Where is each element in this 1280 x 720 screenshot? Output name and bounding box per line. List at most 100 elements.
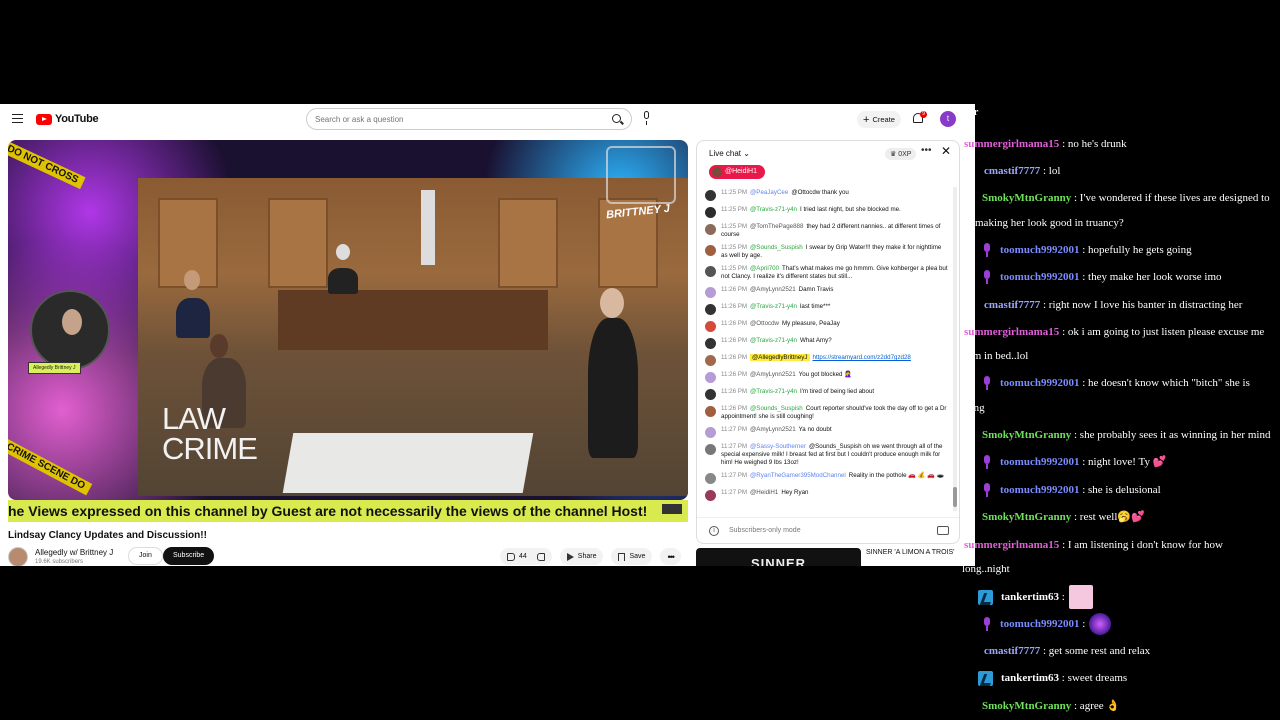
chat-username[interactable]: @Sassy-Southerner (750, 443, 806, 450)
chat-username[interactable]: @AmyLynn2521 (750, 426, 796, 433)
chat-scrollbar[interactable] (953, 187, 957, 511)
chat-more-icon[interactable]: ••• (921, 145, 932, 156)
overlay-message-text: i am in bed..lol (962, 350, 1029, 362)
chat-message[interactable]: 11:26 PM @AllegedlyBrittneyJ https://strea… (705, 354, 949, 366)
chat-timestamp: 11:25 PM (721, 189, 748, 196)
create-button[interactable]: + Create (857, 111, 901, 128)
overlay-chat-line: i am in bed..lol (960, 344, 1280, 368)
recommended-video-title[interactable]: SINNER 'A LIMON A TROIS' (866, 549, 955, 556)
account-avatar[interactable]: t (940, 111, 956, 127)
chat-user-avatar[interactable] (705, 304, 716, 315)
subscribe-button[interactable]: Subscribe (163, 547, 215, 565)
search-icon[interactable] (612, 114, 621, 123)
overlay-message-text: : sweet dreams (1059, 672, 1128, 684)
chat-message[interactable]: 11:26 PM @Ottocdw My pleasure, PeaJay (705, 320, 949, 332)
chat-username[interactable]: @Travis-z71-y4n (750, 303, 797, 310)
chat-message[interactable]: 11:26 PM @Travis-z71-y4n I'm tired of bein… (705, 388, 949, 400)
chat-user-avatar[interactable] (705, 224, 716, 235)
chat-user-avatar[interactable] (705, 287, 716, 298)
share-icon (566, 552, 574, 561)
overlay-message-text: : I've wondered if these lives are desig… (1071, 192, 1270, 204)
chat-username[interactable]: @Sounds_Suspish (750, 405, 803, 412)
save-icon (618, 552, 626, 561)
info-icon[interactable]: i (709, 526, 719, 536)
chat-username[interactable]: @April700 (750, 265, 779, 272)
chat-username[interactable]: @Travis-z71-y4n (750, 388, 797, 395)
channel-name[interactable]: Allegedly w/ Brittney J (35, 548, 113, 557)
chat-message[interactable]: 11:26 PM @Travis-z71-y4n What Amy? (705, 337, 949, 349)
chat-user-avatar[interactable] (705, 372, 716, 383)
more-actions-icon[interactable]: ••• (660, 548, 681, 565)
chat-message-list[interactable]: 11:25 PM @PeaJayCee @Ottocdw thank you 11:2… (705, 189, 949, 514)
chat-message[interactable]: 11:25 PM @April700 That's what makes me go… (705, 265, 949, 281)
share-button[interactable]: Share (559, 548, 604, 565)
chat-message[interactable]: 11:26 PM @AmyLynn2521 You got blocked 🤦‍♀️ (705, 371, 949, 383)
chat-message[interactable]: 11:26 PM @Travis-z71-y4n last time*** (705, 303, 949, 315)
chat-username[interactable]: @RyanTheGamer395ModChannel (750, 472, 846, 479)
live-chat-menu[interactable]: Live chat ⌄ (709, 149, 750, 158)
chat-message[interactable]: 11:26 PM @AmyLynn2521 Damn Travis (705, 286, 949, 298)
chat-link[interactable]: https://streamyard.com/z2dd7gzd28 (813, 354, 911, 361)
chat-user-avatar[interactable] (705, 444, 716, 455)
video-player[interactable]: BRITTNEY J DO NOT CROSS CRIME SCENE DO A… (8, 140, 688, 500)
chat-message[interactable]: 11:26 PM @Sounds_Suspish Court reporter sh… (705, 405, 949, 421)
chat-user-avatar[interactable] (705, 490, 716, 501)
chat-message[interactable]: 11:27 PM @HeidiH1 Hey Ryan (705, 489, 949, 501)
chat-message[interactable]: 11:27 PM @RyanTheGamer395ModChannel Realit… (705, 472, 949, 484)
super-chat-icon[interactable] (937, 526, 949, 535)
search-input[interactable] (315, 114, 595, 124)
chat-message[interactable]: 11:27 PM @Sassy-Southerner @Sounds_Suspish… (705, 443, 949, 467)
chat-message[interactable]: 11:25 PM @Sounds_Suspish I swear by Grip W… (705, 244, 949, 260)
channel-avatar[interactable] (8, 547, 28, 566)
chat-username[interactable]: @AllegedlyBrittneyJ (750, 354, 810, 361)
chat-timestamp: 11:26 PM (721, 388, 748, 395)
chat-user-avatar[interactable] (705, 321, 716, 332)
microphone-icon (982, 617, 992, 632)
chat-username[interactable]: @AmyLynn2521 (750, 286, 796, 293)
chat-message[interactable]: 11:27 PM @AmyLynn2521 Ya no doubt (705, 426, 949, 438)
chat-user-avatar[interactable] (705, 338, 716, 349)
xp-badge[interactable]: ♛ 0XP (885, 148, 917, 160)
chat-user-avatar[interactable] (705, 266, 716, 277)
overlay-username: toomuch9992001 (1000, 484, 1080, 496)
chat-user-avatar[interactable] (705, 427, 716, 438)
youtube-logo[interactable]: YouTube (36, 113, 99, 125)
menu-icon[interactable] (12, 114, 23, 123)
like-button[interactable]: 44 (500, 548, 552, 565)
overlay-message-text: : I am listening i don't know for how (1059, 539, 1223, 551)
chat-user-avatar[interactable] (705, 207, 716, 218)
chat-text: last time*** (800, 303, 831, 310)
chat-username[interactable]: @TomThePage888 (750, 223, 803, 230)
chat-user-avatar[interactable] (705, 355, 716, 366)
chat-user-avatar[interactable] (705, 389, 716, 400)
chat-username[interactable]: @Sounds_Suspish (750, 244, 803, 251)
overlay-message-text: : she is delusional (1079, 484, 1161, 496)
top-bar: YouTube +Create 9 t (0, 104, 975, 134)
chat-user-avatar[interactable] (705, 190, 716, 201)
chat-username[interactable]: @HeidiH1 (750, 489, 778, 496)
chat-username[interactable]: @PeaJayCee (750, 189, 788, 196)
chat-username[interactable]: @AmyLynn2521 (750, 371, 796, 378)
chat-username[interactable]: @Travis-z71-y4n (750, 337, 797, 344)
chat-username[interactable]: @Travis-z71-y4n (750, 206, 797, 213)
chat-user-avatar[interactable] (705, 245, 716, 256)
join-button[interactable]: Join (128, 547, 163, 565)
chat-timestamp: 11:26 PM (721, 303, 748, 310)
chat-user-avatar[interactable] (705, 473, 716, 484)
chat-message[interactable]: 11:25 PM @PeaJayCee @Ottocdw thank you (705, 189, 949, 201)
pinned-user-chip[interactable]: @HeidiH1 (709, 165, 766, 179)
chat-username[interactable]: @Ottocdw (750, 320, 779, 327)
recommended-video-thumbnail[interactable]: SINNER (696, 548, 861, 566)
close-icon[interactable]: ✕ (941, 144, 951, 158)
chat-message[interactable]: 11:25 PM @Travis-z71-y4n I tried last nigh… (705, 206, 949, 218)
guest-camera (30, 290, 110, 370)
overlay-chat-line: making her look good in truancy? (960, 211, 1280, 235)
youtube-logo-text: YouTube (55, 113, 99, 125)
thumbs-down-icon[interactable] (536, 552, 545, 561)
chat-user-avatar[interactable] (705, 406, 716, 417)
overlay-username: toomuch9992001 (1000, 377, 1080, 389)
save-button[interactable]: Save (611, 548, 653, 565)
search-box[interactable] (306, 108, 632, 130)
chat-message[interactable]: 11:25 PM @TomThePage888 they had 2 differe… (705, 223, 949, 239)
voice-search-button[interactable] (640, 110, 654, 128)
